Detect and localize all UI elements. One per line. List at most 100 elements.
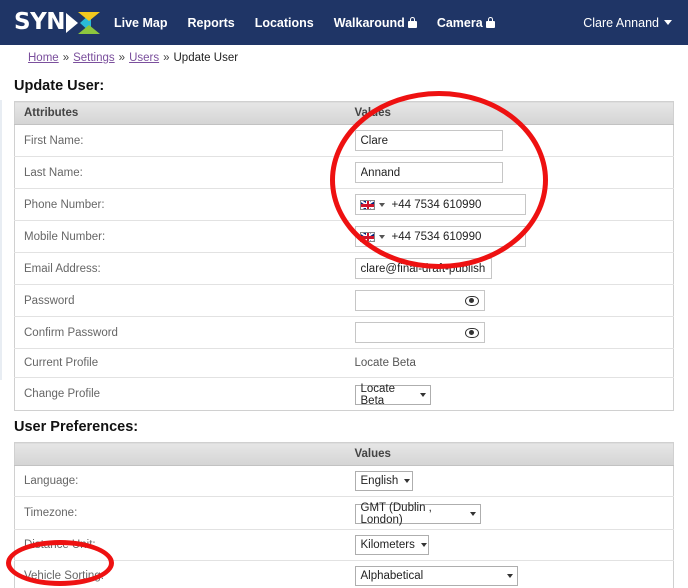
distance-unit-select-value: Kilometers	[360, 539, 415, 551]
table-row: First Name:	[14, 124, 674, 157]
left-rail-divider	[0, 100, 2, 380]
uk-flag-icon	[359, 231, 375, 242]
table-row: Language: English	[14, 465, 674, 497]
chevron-down-icon[interactable]	[378, 234, 385, 239]
user-preferences-table: Values Language: English Timezone: GMT (…	[14, 442, 674, 588]
row-label-language: Language:	[14, 465, 346, 497]
row-label-first-name: First Name:	[14, 124, 346, 157]
first-name-input[interactable]	[354, 130, 503, 151]
row-label-mobile-number: Mobile Number:	[14, 220, 346, 253]
phone-number-input[interactable]: +44 7534 610990	[354, 194, 526, 215]
page-title: Update User:	[14, 78, 105, 94]
row-label-current-profile: Current Profile	[14, 348, 346, 378]
user-menu-label: Clare Annand	[583, 15, 659, 30]
breadcrumb-separator: »	[62, 52, 70, 64]
nav-item-walkaround[interactable]: Walkaround	[334, 16, 417, 30]
table-row: Phone Number: +44 7534 610990	[14, 188, 674, 221]
user-menu[interactable]: Clare Annand	[583, 16, 672, 30]
update-user-table: Attributes Values First Name: Last Name:	[14, 101, 674, 411]
row-label-distance-unit: Distance Unit:	[14, 529, 346, 561]
logo-triangle-white	[65, 12, 78, 33]
language-select-value: English	[360, 475, 399, 487]
synx-logo[interactable]: SYN	[14, 9, 100, 35]
lock-icon	[407, 17, 417, 28]
row-label-email-address: Email Address:	[14, 252, 346, 285]
mobile-number-input[interactable]: +44 7534 610990	[354, 226, 526, 247]
breadcrumb: Home » Settings » Users » Update User	[0, 45, 688, 70]
nav-item-walkaround-label: Walkaround	[333, 15, 405, 30]
confirm-password-input[interactable]	[354, 322, 485, 343]
row-label-phone-number: Phone Number:	[14, 188, 346, 221]
row-label-vehicle-sorting: Vehicle Sorting:	[14, 560, 346, 588]
phone-number-value: +44 7534 610990	[391, 198, 482, 211]
table-row: Timezone: GMT (Dublin , London)	[14, 496, 674, 530]
breadcrumb-item-settings[interactable]: Settings	[73, 52, 115, 64]
nav-item-locations-label: Locations	[254, 15, 314, 30]
breadcrumb-item-update-user: Update User	[173, 52, 239, 64]
current-profile-value: Locate Beta	[354, 357, 416, 369]
row-label-last-name: Last Name:	[14, 156, 346, 189]
nav-item-locations[interactable]: Locations	[255, 16, 314, 30]
column-header-attributes: Attributes	[14, 101, 346, 125]
chevron-down-icon	[506, 574, 513, 578]
table-row: Last Name:	[14, 156, 674, 189]
nav-item-reports-label: Reports	[187, 15, 235, 30]
table-row: Email Address:	[14, 252, 674, 285]
table-row: Confirm Password	[14, 316, 674, 349]
table-row: Distance Unit: Kilometers	[14, 529, 674, 561]
breadcrumb-separator: »	[118, 52, 126, 64]
change-profile-select-value: Locate Beta	[360, 383, 396, 407]
timezone-select-value: GMT (Dublin , London)	[360, 502, 432, 526]
logo-triangle-yellow	[77, 11, 100, 21]
timezone-select[interactable]: GMT (Dublin , London)	[354, 502, 481, 526]
lock-icon	[485, 17, 495, 28]
chevron-down-icon	[420, 543, 427, 547]
top-navbar: SYN Live Map Reports Locations Walkaroun…	[0, 0, 688, 45]
table-header-row: Attributes Values	[14, 101, 674, 125]
eye-icon[interactable]	[464, 327, 479, 338]
change-profile-select[interactable]: Locate Beta	[354, 383, 431, 407]
table-row: Mobile Number: +44 7534 610990	[14, 220, 674, 253]
chevron-down-icon	[664, 20, 672, 25]
row-label-confirm-password: Confirm Password	[14, 316, 346, 349]
row-label-change-profile: Change Profile	[14, 377, 346, 411]
user-preferences-title: User Preferences:	[14, 419, 139, 435]
nav-item-live-map[interactable]: Live Map	[114, 16, 168, 30]
table-row: Change Profile Locate Beta	[14, 377, 674, 411]
chevron-down-icon	[469, 512, 476, 516]
logo-text: SYN	[14, 9, 65, 35]
email-input[interactable]	[354, 258, 492, 279]
column-header-values: Values	[345, 101, 674, 125]
column-header-blank	[14, 442, 346, 466]
logo-triangle-green	[77, 24, 100, 34]
uk-flag-icon	[359, 199, 375, 210]
distance-unit-select[interactable]: Kilometers	[354, 535, 429, 555]
chevron-down-icon[interactable]	[378, 202, 385, 207]
language-select[interactable]: English	[354, 471, 413, 491]
chevron-down-icon	[404, 479, 411, 483]
nav-item-camera-label: Camera	[436, 15, 483, 30]
column-header-values: Values	[345, 442, 674, 466]
logo-x-mark	[65, 11, 100, 34]
chevron-down-icon	[419, 393, 426, 397]
row-label-timezone: Timezone:	[14, 496, 346, 530]
breadcrumb-item-users[interactable]: Users	[129, 52, 159, 64]
vehicle-sorting-select[interactable]: Alphabetical	[354, 566, 518, 586]
nav-item-camera[interactable]: Camera	[437, 16, 495, 30]
breadcrumb-separator: »	[163, 52, 170, 64]
row-label-password: Password	[14, 284, 346, 317]
table-header-row: Values	[14, 442, 674, 466]
nav-item-reports[interactable]: Reports	[187, 16, 234, 30]
vehicle-sorting-select-value: Alphabetical	[360, 570, 424, 582]
main-content: Update User: Attributes Values First Nam…	[0, 78, 688, 588]
nav-links: Live Map Reports Locations Walkaround Ca…	[114, 16, 495, 30]
eye-icon[interactable]	[464, 295, 479, 306]
last-name-input[interactable]	[354, 162, 503, 183]
mobile-number-value: +44 7534 610990	[391, 230, 482, 243]
table-row: Password	[14, 284, 674, 317]
table-row: Current Profile Locate Beta	[14, 348, 674, 378]
nav-item-live-map-label: Live Map	[113, 15, 168, 30]
table-row: Vehicle Sorting: Alphabetical	[14, 560, 674, 588]
password-input[interactable]	[354, 290, 485, 311]
breadcrumb-item-home[interactable]: Home	[28, 52, 59, 64]
